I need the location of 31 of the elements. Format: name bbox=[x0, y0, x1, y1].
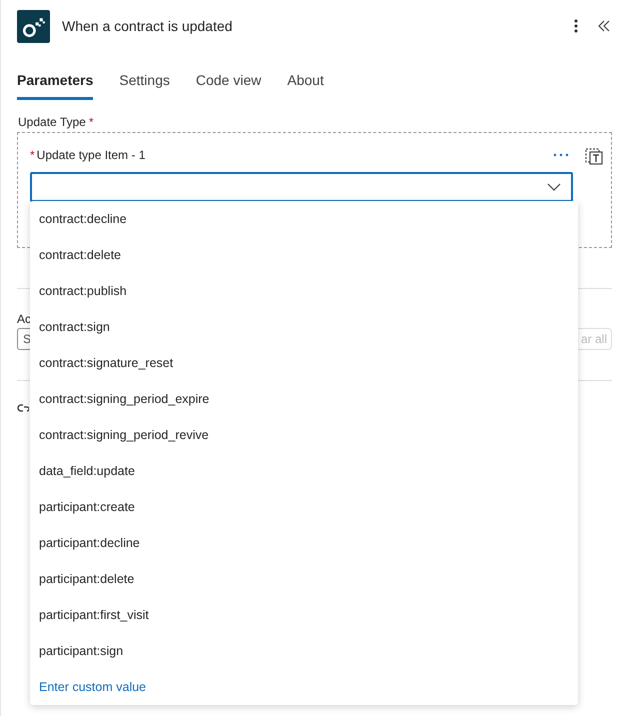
dropdown-option[interactable]: contract:signature_reset bbox=[30, 345, 578, 381]
dropdown-option[interactable]: participant:decline bbox=[30, 525, 578, 561]
dropdown-option[interactable]: contract:delete bbox=[30, 237, 578, 273]
field-label: Ac bbox=[17, 312, 32, 326]
ellipsis-icon[interactable] bbox=[553, 153, 569, 157]
dropdown-option[interactable]: participant:sign bbox=[30, 633, 578, 669]
more-options-icon[interactable] bbox=[574, 19, 578, 33]
dropdown-option[interactable]: participant:first_visit bbox=[30, 597, 578, 633]
field-label: Update Type bbox=[18, 115, 86, 129]
item-label: Update type Item - 1 bbox=[36, 148, 146, 162]
dropdown-option[interactable]: contract:sign bbox=[30, 309, 578, 345]
chevron-down-icon bbox=[547, 183, 561, 191]
tab[interactable]: About bbox=[287, 62, 324, 100]
dropdown-option[interactable]: participant:create bbox=[30, 489, 578, 525]
dropdown-option[interactable]: contract:signing_period_expire bbox=[30, 381, 578, 417]
tab[interactable]: Code view bbox=[196, 62, 262, 100]
required-mark: * bbox=[30, 148, 35, 162]
dropdown-option[interactable]: data_field:update bbox=[30, 453, 578, 489]
panel-title: When a contract is updated bbox=[62, 18, 232, 34]
collapse-icon[interactable] bbox=[598, 20, 610, 32]
dropdown-option[interactable]: participant:delete bbox=[30, 561, 578, 597]
dropdown-option[interactable]: contract:decline bbox=[30, 201, 578, 237]
delete-item-icon[interactable] bbox=[585, 147, 603, 165]
link-icon bbox=[17, 402, 29, 414]
app-logo-icon bbox=[17, 10, 50, 42]
dropdown-option[interactable]: contract:publish bbox=[30, 273, 578, 309]
custom-value-option[interactable]: Enter custom value bbox=[30, 669, 578, 705]
dropdown-option[interactable]: contract:signing_period_revive bbox=[30, 417, 578, 453]
required-mark: * bbox=[88, 115, 94, 129]
tab[interactable]: Parameters bbox=[17, 62, 94, 100]
tab[interactable]: Settings bbox=[119, 62, 170, 100]
